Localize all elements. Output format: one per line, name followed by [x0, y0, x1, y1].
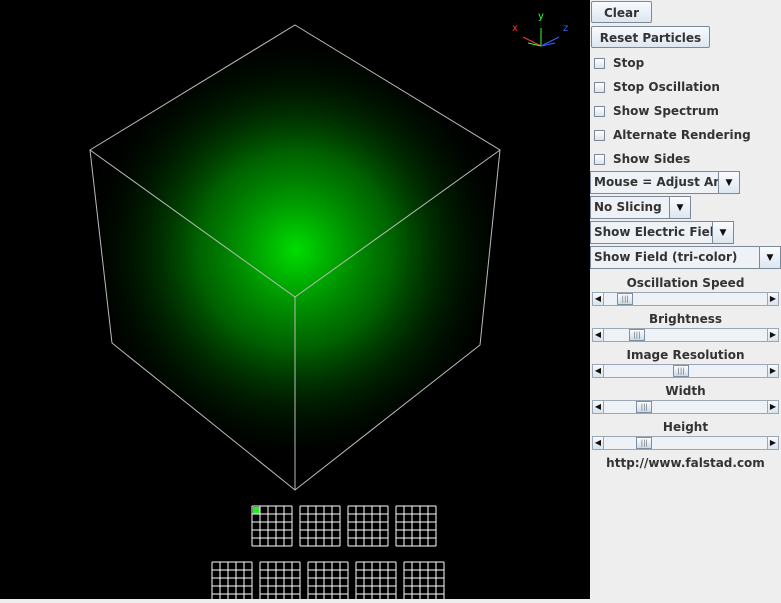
checkbox-box[interactable] [594, 57, 605, 69]
clear-button[interactable]: Clear [591, 1, 652, 23]
oscillation-speed-slider[interactable]: ◀ ||| ▶ [592, 292, 779, 306]
stop-checkbox[interactable]: Stop [594, 53, 644, 73]
chevron-down-icon[interactable]: ▼ [718, 172, 739, 193]
dropdown-value: No Slicing [594, 200, 662, 214]
scroll-right-icon[interactable]: ▶ [767, 364, 779, 378]
checkbox-label: Show Sides [613, 152, 691, 166]
dropdown-value: Show Field (tri-color) [594, 250, 738, 264]
display-mode-dropdown[interactable]: Show Field (tri-color) ▼ [590, 246, 781, 269]
slicing-dropdown[interactable]: No Slicing ▼ [590, 196, 691, 219]
scroll-left-icon[interactable]: ◀ [592, 292, 604, 306]
axis-z-label: z [563, 23, 568, 34]
slider-track[interactable]: ||| [604, 292, 767, 306]
height-slider[interactable]: ◀ ||| ▶ [592, 436, 779, 450]
width-label: Width [665, 384, 706, 398]
show-sides-checkbox[interactable]: Show Sides [594, 149, 690, 169]
scroll-right-icon[interactable]: ▶ [767, 400, 779, 414]
brightness-label: Brightness [648, 312, 722, 326]
slider-thumb[interactable]: ||| [617, 293, 634, 305]
dropdown-value: Show Electric Field [594, 225, 712, 239]
mouse-mode-dropdown[interactable]: Mouse = Adjust Angle▼ [590, 171, 740, 194]
selected-mode-cell [253, 507, 260, 514]
chevron-down-icon[interactable]: ▼ [669, 197, 690, 218]
stop-oscillation-checkbox[interactable]: Stop Oscillation [594, 77, 720, 97]
slider-track[interactable]: ||| [604, 400, 767, 414]
slider-track[interactable]: ||| [604, 364, 767, 378]
cube-view[interactable]: x y z [0, 0, 590, 603]
checkbox-label: Show Spectrum [613, 104, 719, 118]
brightness-slider[interactable]: ◀ ||| ▶ [592, 328, 779, 342]
slider-thumb[interactable]: ||| [628, 329, 645, 341]
mode-grid[interactable] [347, 505, 389, 547]
scroll-right-icon[interactable]: ▶ [767, 436, 779, 450]
scroll-right-icon[interactable]: ▶ [767, 292, 779, 306]
mode-grid[interactable] [403, 561, 445, 603]
height-label: Height [662, 420, 709, 434]
chevron-down-icon[interactable]: ▼ [759, 247, 780, 268]
oscillation-speed-label: Oscillation Speed [626, 276, 745, 290]
mode-grid[interactable] [299, 505, 341, 547]
axes-indicator: x y z [512, 11, 568, 47]
checkbox-box[interactable] [594, 129, 605, 141]
show-spectrum-checkbox[interactable]: Show Spectrum [594, 101, 719, 121]
axis-x-label: x [512, 23, 518, 34]
checkbox-box[interactable] [594, 105, 605, 117]
slider-thumb[interactable]: ||| [636, 401, 653, 413]
control-panel: Clear Reset Particles Stop Stop Oscillat… [590, 0, 781, 599]
chevron-down-icon[interactable]: ▼ [712, 222, 733, 243]
mode-grid[interactable] [395, 505, 437, 547]
mode-grid[interactable] [307, 561, 349, 603]
alternate-rendering-checkbox[interactable]: Alternate Rendering [594, 125, 751, 145]
mode-grid[interactable] [355, 561, 397, 603]
slider-track[interactable]: ||| [604, 328, 767, 342]
dropdown-value: Mouse = Adjust Angle [594, 175, 718, 189]
slider-thumb[interactable]: ||| [673, 365, 690, 377]
image-resolution-label: Image Resolution [626, 348, 745, 362]
mode-grid-row-1[interactable] [251, 505, 437, 547]
reset-particles-button[interactable]: Reset Particles [591, 26, 710, 48]
slider-thumb[interactable]: ||| [636, 437, 653, 449]
mode-grid[interactable] [259, 561, 301, 603]
mode-grid[interactable] [251, 505, 293, 547]
checkbox-label: Alternate Rendering [613, 128, 751, 142]
scroll-left-icon[interactable]: ◀ [592, 364, 604, 378]
checkbox-label: Stop Oscillation [613, 80, 720, 94]
scroll-left-icon[interactable]: ◀ [592, 328, 604, 342]
image-resolution-slider[interactable]: ◀ ||| ▶ [592, 364, 779, 378]
width-slider[interactable]: ◀ ||| ▶ [592, 400, 779, 414]
mode-grid[interactable] [211, 561, 253, 603]
checkbox-label: Stop [613, 56, 645, 70]
checkbox-box[interactable] [594, 153, 605, 165]
simulation-canvas[interactable]: x y z [0, 0, 590, 603]
scroll-right-icon[interactable]: ▶ [767, 328, 779, 342]
field-type-dropdown[interactable]: Show Electric Field ▼ [590, 221, 734, 244]
falstad-link[interactable]: http://www.falstad.com [590, 456, 781, 470]
axis-y-label: y [538, 11, 544, 22]
scroll-left-icon[interactable]: ◀ [592, 400, 604, 414]
mode-grid-row-2[interactable] [211, 561, 445, 603]
slider-track[interactable]: ||| [604, 436, 767, 450]
scroll-left-icon[interactable]: ◀ [592, 436, 604, 450]
checkbox-box[interactable] [594, 81, 605, 93]
